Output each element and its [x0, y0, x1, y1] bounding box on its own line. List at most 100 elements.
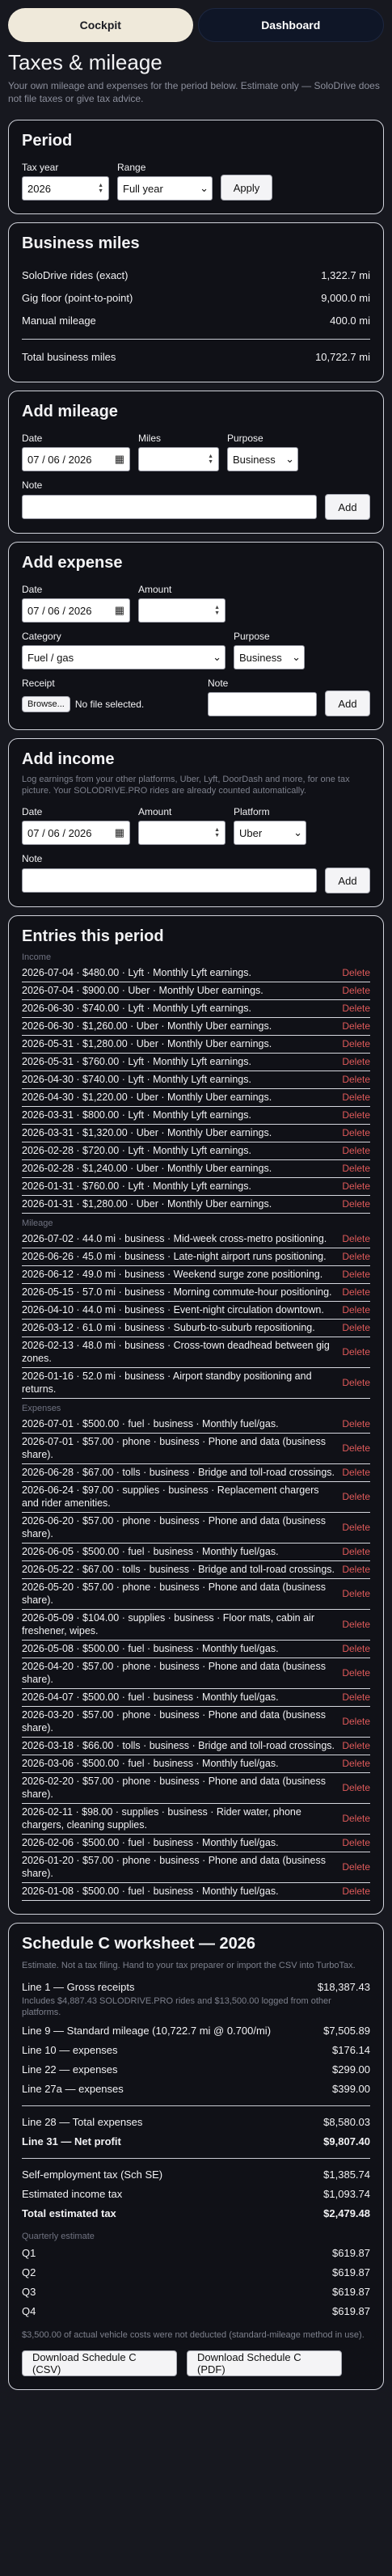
- delete-button[interactable]: Delete: [342, 1020, 370, 1033]
- delete-button[interactable]: Delete: [342, 1002, 370, 1015]
- delete-button[interactable]: Delete: [342, 1618, 370, 1631]
- delete-button[interactable]: Delete: [342, 966, 370, 979]
- delete-button[interactable]: Delete: [342, 1442, 370, 1455]
- delete-button[interactable]: Delete: [342, 1073, 370, 1086]
- delete-button[interactable]: Delete: [342, 1521, 370, 1534]
- delete-button[interactable]: Delete: [342, 1563, 370, 1576]
- category-select[interactable]: Fuel / gas ⌄: [22, 645, 226, 669]
- expense-date-input[interactable]: 07 / 06 / 2026 ▦: [22, 598, 130, 623]
- delete-button[interactable]: Delete: [342, 1781, 370, 1794]
- page-subtitle: Your own mileage and expenses for the pe…: [8, 80, 380, 104]
- entry-text: 2026-07-04 · $900.00 · Uber · Monthly Ub…: [22, 985, 263, 996]
- tax-year-input[interactable]: 2026 ▲ ▼: [22, 176, 109, 201]
- delete-button[interactable]: Delete: [342, 1691, 370, 1704]
- schedule-line-label: Line 10 — expenses: [22, 2044, 118, 2056]
- browse-button[interactable]: Browse...: [22, 696, 70, 712]
- income-note-input[interactable]: [22, 868, 317, 893]
- calendar-icon[interactable]: ▦: [115, 453, 124, 466]
- receipt-file-input[interactable]: Browse... No file selected.: [22, 692, 200, 716]
- add-mileage-button[interactable]: Add: [325, 494, 370, 520]
- apply-button[interactable]: Apply: [221, 175, 272, 201]
- entry-text: 2026-05-22 · $67.00 · tolls · business ·…: [22, 1564, 335, 1575]
- entry-row: 2026-02-20 · $57.00 · phone · business ·…: [22, 1773, 370, 1804]
- expense-purpose-select[interactable]: Business ⌄: [234, 645, 305, 669]
- stepper-icon[interactable]: ▲ ▼: [208, 454, 213, 465]
- delete-button[interactable]: Delete: [342, 1860, 370, 1873]
- entry-row: 2026-06-05 · $500.00 · fuel · business ·…: [22, 1543, 370, 1561]
- delete-button[interactable]: Delete: [342, 1250, 370, 1263]
- download-csv-button[interactable]: Download Schedule C (CSV): [22, 2350, 177, 2376]
- delete-button[interactable]: Delete: [342, 1321, 370, 1334]
- entry-text: 2026-03-31 · $800.00 · Lyft · Monthly Ly…: [22, 1109, 251, 1121]
- mileage-purpose-value: Business: [233, 453, 276, 466]
- income-amount-input[interactable]: ▲ ▼: [138, 821, 226, 845]
- delete-button[interactable]: Delete: [342, 1666, 370, 1679]
- expense-note-input[interactable]: [208, 692, 317, 716]
- entry-text: 2026-05-31 · $760.00 · Lyft · Monthly Ly…: [22, 1056, 251, 1067]
- add-income-button[interactable]: Add: [325, 868, 370, 893]
- delete-button[interactable]: Delete: [342, 1490, 370, 1503]
- calendar-icon[interactable]: ▦: [115, 604, 124, 617]
- schedule-line-row: Line 27a — expenses $399.00: [22, 2080, 370, 2099]
- delete-button[interactable]: Delete: [342, 1642, 370, 1655]
- stepper-icon[interactable]: ▲ ▼: [214, 827, 220, 838]
- add-expense-button[interactable]: Add: [325, 690, 370, 716]
- delete-button[interactable]: Delete: [342, 1715, 370, 1728]
- range-select[interactable]: Full year ⌄: [117, 176, 213, 201]
- calendar-icon[interactable]: ▦: [115, 826, 124, 839]
- stepper-icon[interactable]: ▲ ▼: [98, 183, 103, 194]
- entry-row: 2026-04-10 · 44.0 mi · business · Event-…: [22, 1302, 370, 1320]
- entry-row: 2026-05-22 · $67.00 · tolls · business ·…: [22, 1561, 370, 1579]
- delete-button[interactable]: Delete: [342, 1126, 370, 1139]
- delete-button[interactable]: Delete: [342, 1836, 370, 1849]
- entry-row: 2026-03-06 · $500.00 · fuel · business ·…: [22, 1755, 370, 1773]
- miles-input[interactable]: ▲ ▼: [138, 447, 219, 471]
- stepper-icon[interactable]: ▲ ▼: [214, 605, 220, 616]
- delete-button[interactable]: Delete: [342, 1144, 370, 1157]
- delete-button[interactable]: Delete: [342, 1885, 370, 1898]
- delete-button[interactable]: Delete: [342, 1417, 370, 1430]
- entry-row: 2026-05-20 · $57.00 · phone · business ·…: [22, 1579, 370, 1610]
- delete-button[interactable]: Delete: [342, 1037, 370, 1050]
- entry-row: 2026-03-18 · $66.00 · tolls · business ·…: [22, 1738, 370, 1755]
- divider: [22, 339, 370, 340]
- entry-text: 2026-03-06 · $500.00 · fuel · business ·…: [22, 1758, 279, 1769]
- delete-button[interactable]: Delete: [342, 1180, 370, 1193]
- delete-button[interactable]: Delete: [342, 1162, 370, 1175]
- entry-row: 2026-04-07 · $500.00 · fuel · business ·…: [22, 1689, 370, 1707]
- expense-amount-input[interactable]: ▲ ▼: [138, 598, 226, 623]
- delete-button[interactable]: Delete: [342, 1091, 370, 1104]
- tab-cockpit[interactable]: Cockpit: [8, 8, 193, 42]
- income-tax-value: $1,093.74: [323, 2188, 370, 2200]
- delete-button[interactable]: Delete: [342, 1197, 370, 1210]
- mileage-date-input[interactable]: 07 / 06 / 2026 ▦: [22, 447, 130, 471]
- delete-button[interactable]: Delete: [342, 1232, 370, 1245]
- miles-row: Manual mileage 400.0 mi: [22, 310, 370, 332]
- income-date-input[interactable]: 07 / 06 / 2026 ▦: [22, 821, 130, 845]
- delete-button[interactable]: Delete: [342, 1055, 370, 1068]
- delete-button[interactable]: Delete: [342, 1545, 370, 1558]
- total-miles-value: 10,722.7 mi: [315, 351, 370, 363]
- delete-button[interactable]: Delete: [342, 1303, 370, 1316]
- delete-button[interactable]: Delete: [342, 1757, 370, 1770]
- entry-text: 2026-02-28 · $720.00 · Lyft · Monthly Ly…: [22, 1145, 251, 1156]
- delete-button[interactable]: Delete: [342, 1376, 370, 1389]
- download-pdf-button[interactable]: Download Schedule C (PDF): [187, 2350, 342, 2376]
- tab-dashboard[interactable]: Dashboard: [197, 8, 384, 42]
- delete-button[interactable]: Delete: [342, 1587, 370, 1600]
- entries-group-label: Expenses: [22, 1404, 61, 1413]
- platform-select[interactable]: Uber ⌄: [234, 821, 306, 845]
- delete-button[interactable]: Delete: [342, 1812, 370, 1825]
- mileage-purpose-select[interactable]: Business ⌄: [227, 447, 298, 471]
- mileage-note-input[interactable]: [22, 495, 317, 519]
- entry-row: 2026-02-13 · 48.0 mi · business · Cross-…: [22, 1337, 370, 1368]
- delete-button[interactable]: Delete: [342, 1466, 370, 1479]
- delete-button[interactable]: Delete: [342, 1109, 370, 1121]
- delete-button[interactable]: Delete: [342, 1268, 370, 1281]
- delete-button[interactable]: Delete: [342, 1345, 370, 1358]
- delete-button[interactable]: Delete: [342, 1286, 370, 1299]
- delete-button[interactable]: Delete: [342, 984, 370, 997]
- chevron-down-icon: ⌄: [200, 182, 209, 194]
- no-file-text: No file selected.: [74, 699, 145, 710]
- delete-button[interactable]: Delete: [342, 1739, 370, 1752]
